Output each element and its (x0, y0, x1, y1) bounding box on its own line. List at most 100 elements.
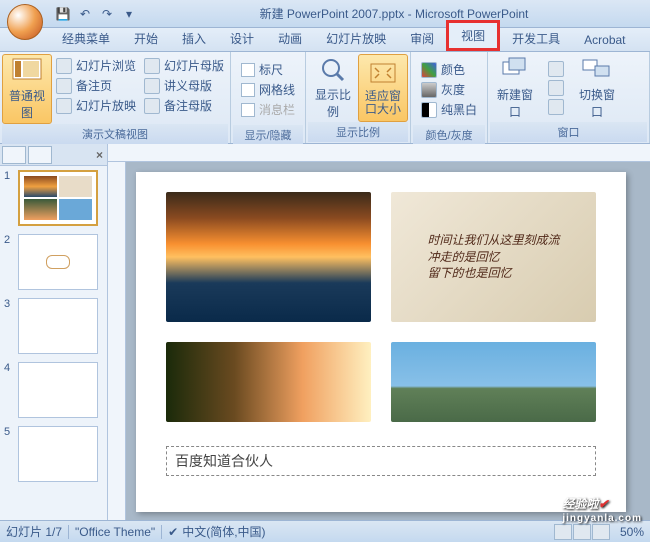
group-label: 颜色/灰度 (413, 125, 485, 145)
ribbon: 普通视图 幻灯片浏览 备注页 幻灯片放映 幻灯片母版 讲义母版 备注母版 演示文… (0, 52, 650, 144)
title-bar: 💾 ↶ ↷ ▾ 新建 PowerPoint 2007.pptx - Micros… (0, 0, 650, 28)
ruler-horizontal (108, 144, 650, 162)
tab-animation[interactable]: 动画 (266, 26, 314, 51)
zoom-button[interactable]: 显示比例 (308, 54, 358, 122)
undo-icon[interactable]: ↶ (76, 5, 94, 23)
tab-review[interactable]: 审阅 (398, 26, 446, 51)
work-area: × 1 2 3 4 5 (0, 144, 650, 520)
view-buttons (554, 524, 610, 540)
save-icon[interactable]: 💾 (54, 5, 72, 23)
slideshow-button[interactable]: 幻灯片放映 (54, 96, 138, 115)
language[interactable]: 中文(简体,中国) (182, 523, 265, 540)
theme-name: "Office Theme" (75, 525, 155, 539)
fit-window-button[interactable]: 适应窗口大小 (358, 54, 408, 122)
split-icon (548, 99, 564, 115)
new-window-button[interactable]: 新建窗口 (490, 54, 540, 122)
group-presentation-views: 普通视图 幻灯片浏览 备注页 幻灯片放映 幻灯片母版 讲义母版 备注母版 演示文… (0, 52, 231, 143)
ribbon-tabs: 经典菜单 开始 插入 设计 动画 幻灯片放映 审阅 视图 开发工具 Acroba… (0, 28, 650, 52)
notes-icon (56, 78, 72, 94)
picture-bokeh[interactable] (166, 342, 371, 422)
slideshow-view-btn[interactable] (592, 524, 610, 540)
status-bar: 幻灯片 1/7 "Office Theme" ✔ 中文(简体,中国) 50% (0, 520, 650, 542)
tab-insert[interactable]: 插入 (170, 26, 218, 51)
normal-view-btn[interactable] (554, 524, 572, 540)
ruler-checkbox[interactable]: 标尺 (239, 60, 297, 79)
redo-icon[interactable]: ↷ (98, 5, 116, 23)
thumbnail[interactable]: 4 (4, 362, 103, 418)
tab-acrobat[interactable]: Acrobat (572, 29, 637, 51)
group-window: 新建窗口 切换窗口 窗口 (488, 52, 650, 143)
grayscale-icon (421, 82, 437, 98)
office-button[interactable] (0, 0, 42, 28)
notes-master-icon (144, 98, 160, 114)
zoom-icon (317, 56, 349, 84)
slide-counter: 幻灯片 1/7 (6, 523, 62, 540)
window-title: 新建 PowerPoint 2007.pptx - Microsoft Powe… (138, 5, 650, 22)
ruler-vertical (108, 162, 126, 520)
tab-home[interactable]: 开始 (122, 26, 170, 51)
group-label: 演示文稿视图 (2, 124, 228, 144)
color-button[interactable]: 颜色 (419, 60, 479, 79)
cascade-icon (548, 80, 564, 96)
tab-developer[interactable]: 开发工具 (500, 26, 572, 51)
checkbox-icon (241, 63, 255, 77)
slide-master-button[interactable]: 幻灯片母版 (142, 56, 226, 75)
messagebar-checkbox[interactable]: 消息栏 (239, 100, 297, 119)
notes-page-button[interactable]: 备注页 (54, 76, 138, 95)
arrange-button[interactable] (546, 60, 566, 78)
editor-area: 时间让我们从这里刻成流 冲走的是回忆 留下的也是回忆 百度知道合伙人 (108, 144, 650, 520)
slides-panel: × 1 2 3 4 5 (0, 144, 108, 520)
sorter-view-btn[interactable] (573, 524, 591, 540)
textbox[interactable]: 百度知道合伙人 (166, 446, 596, 476)
group-label: 窗口 (490, 122, 647, 142)
switch-windows-icon (581, 56, 613, 84)
new-window-icon (499, 56, 531, 84)
blackwhite-button[interactable]: 纯黑白 (419, 100, 479, 119)
zoom-level[interactable]: 50% (620, 525, 644, 539)
slide-master-icon (144, 58, 160, 74)
normal-view-icon (11, 57, 43, 85)
tab-design[interactable]: 设计 (218, 26, 266, 51)
fit-window-icon (367, 60, 399, 88)
notes-master-button[interactable]: 备注母版 (142, 96, 226, 115)
normal-view-button[interactable]: 普通视图 (2, 54, 52, 124)
thumbnail[interactable]: 3 (4, 298, 103, 354)
group-show-hide: 标尺 网格线 消息栏 显示/隐藏 (231, 52, 306, 143)
slideshow-icon (56, 98, 72, 114)
color-icon (421, 62, 437, 78)
tab-view[interactable]: 视图 (446, 20, 500, 51)
group-color-grayscale: 颜色 灰度 纯黑白 颜色/灰度 (411, 52, 488, 143)
arrange-icon (548, 61, 564, 77)
cascade-button[interactable] (546, 79, 566, 97)
gridlines-checkbox[interactable]: 网格线 (239, 80, 297, 99)
group-label: 显示比例 (308, 122, 408, 142)
slides-tab[interactable] (2, 146, 26, 164)
switch-windows-button[interactable]: 切换窗口 (572, 54, 622, 122)
picture-island[interactable] (391, 342, 596, 422)
qat-dropdown-icon[interactable]: ▾ (120, 5, 138, 23)
checkbox-icon (241, 103, 255, 117)
grayscale-button[interactable]: 灰度 (419, 80, 479, 99)
split-button[interactable] (546, 98, 566, 116)
quick-access-toolbar: 💾 ↶ ↷ ▾ (54, 5, 138, 23)
slide-canvas[interactable]: 时间让我们从这里刻成流 冲走的是回忆 留下的也是回忆 百度知道合伙人 (136, 172, 626, 512)
thumbnail[interactable]: 1 (4, 170, 103, 226)
handout-master-button[interactable]: 讲义母版 (142, 76, 226, 95)
outline-tab[interactable] (28, 146, 52, 164)
panel-tabs: × (0, 144, 107, 166)
watermark: 经验啦✔ jingyanla.com (562, 492, 642, 524)
close-icon[interactable]: × (96, 148, 103, 162)
slide-sorter-button[interactable]: 幻灯片浏览 (54, 56, 138, 75)
tab-slideshow[interactable]: 幻灯片放映 (314, 26, 398, 51)
thumbnail[interactable]: 5 (4, 426, 103, 482)
picture-note[interactable]: 时间让我们从这里刻成流 冲走的是回忆 留下的也是回忆 (391, 192, 596, 322)
thumbnails: 1 2 3 4 5 (0, 166, 107, 494)
thumbnail[interactable]: 2 (4, 234, 103, 290)
slide-sorter-icon (56, 58, 72, 74)
picture-sunset[interactable] (166, 192, 371, 322)
checkbox-icon (241, 83, 255, 97)
tab-classic[interactable]: 经典菜单 (50, 26, 122, 51)
group-zoom: 显示比例 适应窗口大小 显示比例 (306, 52, 411, 143)
spell-icon[interactable]: ✔ (168, 525, 178, 539)
bw-icon (421, 102, 437, 118)
